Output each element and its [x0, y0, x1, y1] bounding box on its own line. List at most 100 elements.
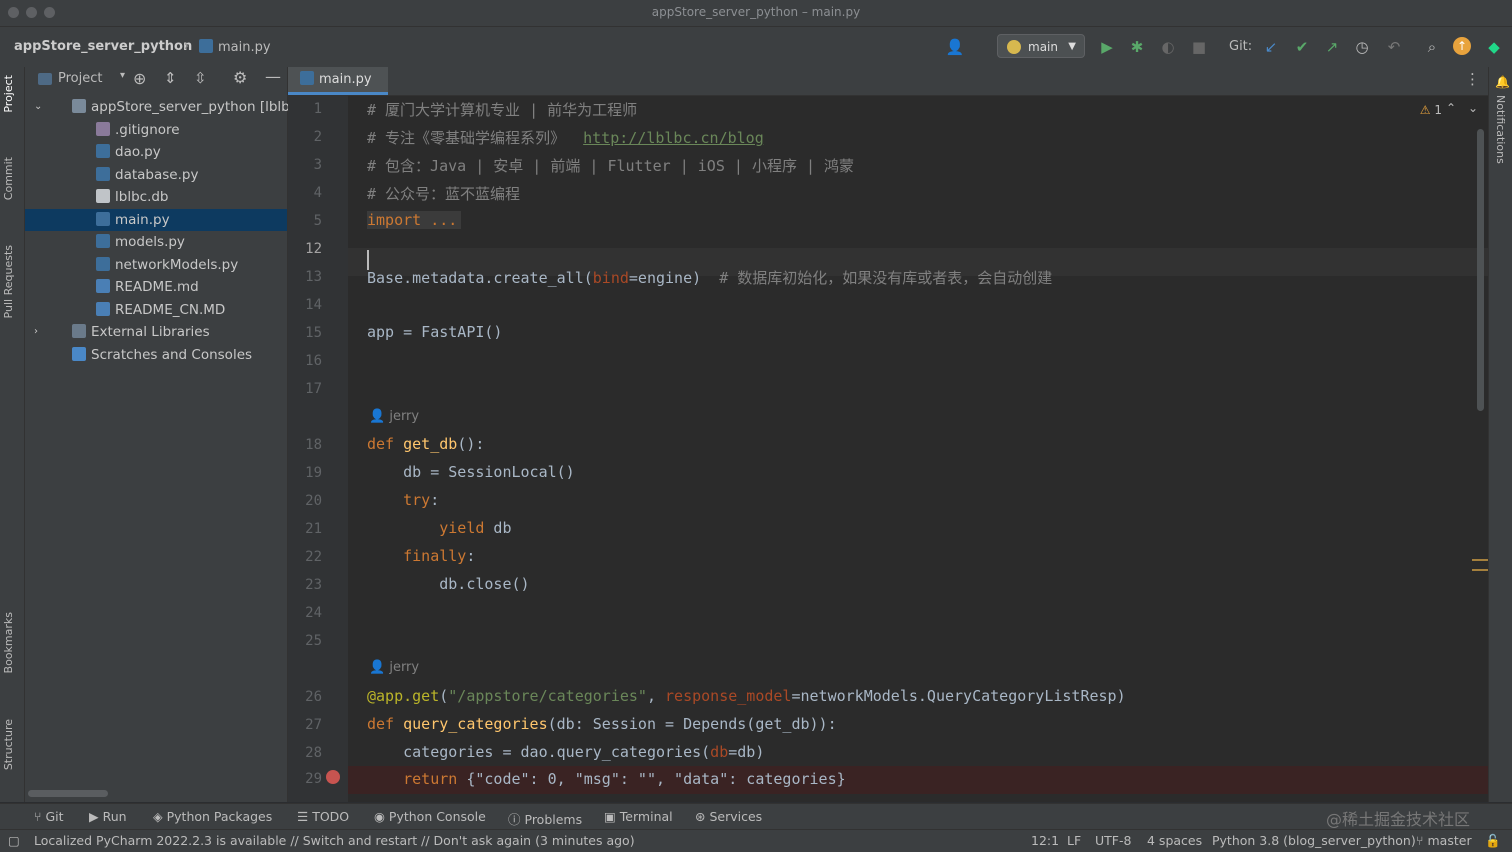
line-number[interactable]: 14: [288, 297, 322, 313]
line-number[interactable]: 3: [288, 157, 322, 173]
code-line-4[interactable]: # 公众号：蓝不蓝编程: [367, 183, 520, 204]
chevron-right-icon[interactable]: ›: [34, 321, 38, 343]
gear-icon[interactable]: ⚙: [233, 68, 247, 87]
code-line-1[interactable]: # 厦门大学计算机专业 | 前华为工程师: [367, 99, 637, 120]
code-line-20[interactable]: try:: [367, 491, 439, 509]
tree-item[interactable]: database.py: [25, 164, 287, 186]
lock-icon[interactable]: 🔓: [1485, 833, 1501, 849]
tree-item[interactable]: dao.py: [25, 141, 287, 163]
code-line-23[interactable]: db.close(): [367, 575, 529, 593]
next-highlight-icon[interactable]: ⌄: [1468, 101, 1478, 115]
author-hint[interactable]: 👤 jerry: [369, 409, 419, 424]
line-number[interactable]: 5: [288, 213, 322, 229]
collapse-all-icon[interactable]: ⇳: [194, 69, 207, 87]
previous-highlight-icon[interactable]: ⌃: [1446, 101, 1456, 115]
tool-tab-bookmarks[interactable]: Bookmarks: [2, 612, 15, 673]
debug-icon[interactable]: ✱: [1127, 37, 1147, 57]
git-push-icon[interactable]: ↗: [1322, 37, 1342, 57]
tree-item[interactable]: README.md: [25, 276, 287, 298]
code-line-15[interactable]: app = FastAPI(): [367, 323, 502, 341]
line-number[interactable]: 26: [288, 689, 322, 705]
code-line-3[interactable]: # 包含：Java | 安卓 | 前端 | Flutter | iOS | 小程…: [367, 155, 854, 176]
pycharm-logo-icon[interactable]: ◆: [1484, 37, 1504, 57]
blog-link[interactable]: http://lblbc.cn/blog: [583, 129, 764, 147]
line-separator[interactable]: LF: [1067, 833, 1081, 848]
line-number[interactable]: 24: [288, 605, 322, 621]
tool-tab-project[interactable]: Project: [2, 75, 15, 113]
breadcrumb-project[interactable]: appStore_server_python: [14, 39, 192, 54]
line-number[interactable]: 27: [288, 717, 322, 733]
expand-all-icon[interactable]: ⇕: [164, 69, 177, 87]
code-line-29[interactable]: return {"code": 0, "msg": "", "data": ca…: [367, 770, 846, 794]
line-number[interactable]: 16: [288, 353, 322, 369]
line-number[interactable]: 1: [288, 101, 322, 117]
line-number[interactable]: 18: [288, 437, 322, 453]
chevron-down-icon[interactable]: ▾: [120, 70, 125, 81]
scroll-warning-marker[interactable]: [1472, 569, 1488, 571]
folded-imports[interactable]: import ...: [367, 211, 462, 229]
coverage-icon[interactable]: ◐: [1158, 37, 1178, 57]
line-number[interactable]: 22: [288, 549, 322, 565]
line-number[interactable]: 29: [288, 771, 322, 787]
code-line-13[interactable]: Base.metadata.create_all(bind=engine) # …: [367, 267, 1052, 288]
scroll-warning-marker[interactable]: [1472, 559, 1488, 561]
line-number[interactable]: 28: [288, 745, 322, 761]
code-line-28[interactable]: categories = dao.query_categories(db=db): [367, 743, 764, 761]
line-number[interactable]: 19: [288, 465, 322, 481]
tool-tab-commit[interactable]: Commit: [2, 157, 15, 200]
tool-tab-python-console[interactable]: ◉ Python Console: [374, 809, 486, 824]
locate-file-icon[interactable]: ⊕: [133, 69, 146, 88]
project-horizontal-scrollbar[interactable]: [28, 790, 108, 797]
status-window-icon[interactable]: ▢: [8, 833, 20, 848]
tool-tab-todo[interactable]: ☰ TODO: [297, 809, 349, 824]
warnings-indicator[interactable]: ⚠ 1: [1420, 103, 1442, 117]
breadcrumb-file[interactable]: main.py: [199, 39, 271, 55]
git-commit-icon[interactable]: ✔: [1292, 37, 1312, 57]
indent-setting[interactable]: 4 spaces: [1147, 833, 1202, 848]
bell-icon[interactable]: 🔔: [1495, 75, 1510, 89]
more-options-icon[interactable]: ⋮: [1465, 70, 1480, 88]
tool-tab-structure[interactable]: Structure: [2, 719, 15, 770]
author-hint[interactable]: 👤 jerry: [369, 660, 419, 675]
tree-item[interactable]: models.py: [25, 231, 287, 253]
tree-item[interactable]: .gitignore: [25, 119, 287, 141]
code-line-21[interactable]: yield db: [367, 519, 511, 537]
code-line-22[interactable]: finally:: [367, 547, 475, 565]
search-icon[interactable]: ⌕: [1422, 37, 1442, 57]
run-configuration-select[interactable]: main ▼: [997, 34, 1085, 58]
code-line-26[interactable]: @app.get("/appstore/categories", respons…: [367, 687, 1126, 705]
git-update-icon[interactable]: ↙: [1261, 37, 1281, 57]
code-line-27[interactable]: def query_categories(db: Session = Depen…: [367, 715, 837, 733]
tree-item[interactable]: main.py: [25, 208, 287, 231]
line-number[interactable]: 2: [288, 129, 322, 145]
rollback-icon[interactable]: ↶: [1384, 37, 1404, 57]
tree-item[interactable]: networkModels.py: [25, 254, 287, 276]
line-number[interactable]: 4: [288, 185, 322, 201]
tool-tab-services[interactable]: ⊛ Services: [695, 809, 762, 824]
code-line-18[interactable]: def get_db():: [367, 435, 484, 453]
line-number[interactable]: 15: [288, 325, 322, 341]
history-icon[interactable]: ◷: [1352, 37, 1372, 57]
git-branch[interactable]: ⑂ master: [1416, 833, 1472, 848]
tree-item[interactable]: › External Libraries: [25, 321, 287, 343]
code-line-2[interactable]: # 专注《零基础学编程系列》 http://lblbc.cn/blog: [367, 127, 764, 148]
tree-item[interactable]: Scratches and Consoles: [25, 344, 287, 366]
tree-item[interactable]: README_CN.MD: [25, 299, 287, 321]
tool-tab-run[interactable]: ▶ Run: [89, 809, 127, 824]
line-number[interactable]: 13: [288, 269, 322, 285]
line-number[interactable]: 12: [288, 241, 322, 257]
tree-item[interactable]: ⌄ appStore_server_python [lblbc]: [25, 96, 302, 118]
file-encoding[interactable]: UTF-8: [1095, 833, 1131, 848]
tree-item[interactable]: lblbc.db: [25, 186, 287, 208]
user-account-icon[interactable]: 👤: [945, 37, 965, 57]
tool-tab-problems[interactable]: ⓘ Problems: [508, 809, 582, 828]
line-number[interactable]: 17: [288, 381, 322, 397]
breakpoint-icon[interactable]: [326, 770, 340, 784]
tool-tab-python-packages[interactable]: ◈ Python Packages: [153, 809, 272, 824]
caret-position[interactable]: 12:1: [1031, 833, 1059, 848]
tool-tab-pull-requests[interactable]: Pull Requests: [2, 245, 15, 318]
line-number[interactable]: 23: [288, 577, 322, 593]
chevron-down-icon[interactable]: ⌄: [34, 96, 42, 118]
status-message[interactable]: Localized PyCharm 2022.2.3 is available …: [34, 833, 635, 848]
run-icon[interactable]: ▶: [1097, 37, 1117, 57]
